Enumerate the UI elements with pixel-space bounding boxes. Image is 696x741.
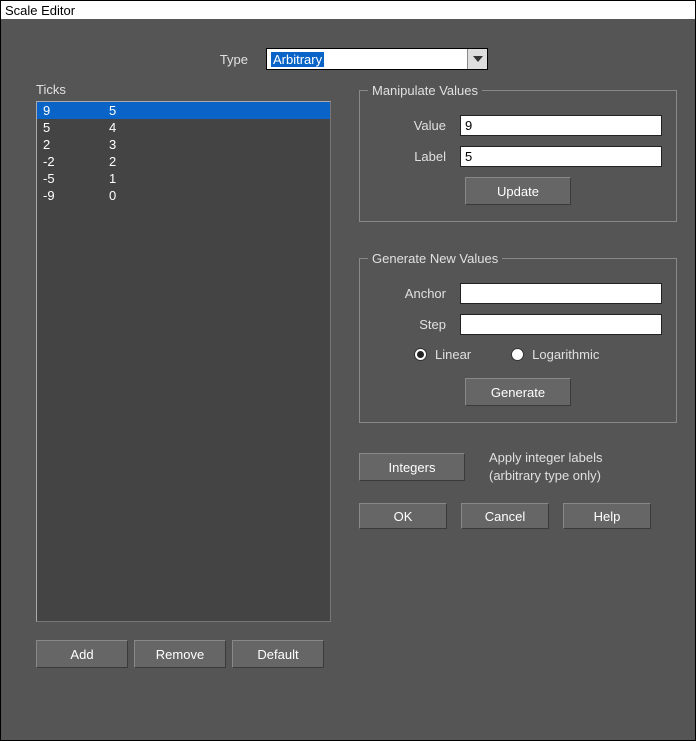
tick-label: 2 [109,154,324,169]
linear-label: Linear [435,347,471,362]
label-label: Label [374,149,460,164]
ticks-label: Ticks [36,82,331,97]
label-input[interactable] [460,146,662,167]
step-input[interactable] [460,314,662,335]
update-button[interactable]: Update [465,177,571,205]
list-item[interactable]: -22 [37,153,330,170]
list-item[interactable]: -90 [37,187,330,204]
tick-value: 2 [43,137,109,152]
tick-value: 5 [43,120,109,135]
type-row: Type Arbitrary [36,48,677,70]
tick-label: 0 [109,188,324,203]
logarithmic-label: Logarithmic [532,347,599,362]
default-button[interactable]: Default [232,640,324,668]
window-title: Scale Editor [5,3,75,18]
chevron-down-icon [467,49,487,69]
generate-title: Generate New Values [368,251,502,266]
tick-value: 9 [43,103,109,118]
integers-button[interactable]: Integers [359,453,465,481]
list-item[interactable]: 23 [37,136,330,153]
value-input[interactable] [460,115,662,136]
ticks-listbox[interactable]: 955423-22-51-90 [36,101,331,622]
generate-values-group: Generate New Values Anchor Step Linear [359,258,677,423]
type-label: Type [36,52,266,67]
tick-value: -5 [43,171,109,186]
integers-description: Apply integer labels (arbitrary type onl… [489,449,602,485]
radio-unselected-icon [511,348,524,361]
title-bar: Scale Editor [1,1,695,20]
anchor-label: Anchor [374,286,460,301]
cancel-button[interactable]: Cancel [461,503,549,529]
radio-selected-icon [414,348,427,361]
ok-button[interactable]: OK [359,503,447,529]
list-item[interactable]: 95 [37,102,330,119]
integers-line1: Apply integer labels [489,449,602,467]
list-item[interactable]: 54 [37,119,330,136]
tick-label: 1 [109,171,324,186]
content-area: Type Arbitrary Ticks 955423-22-51-90 Add… [1,20,695,678]
integers-row: Integers Apply integer labels (arbitrary… [359,449,677,485]
list-item[interactable]: -51 [37,170,330,187]
linear-radio[interactable]: Linear [414,347,471,362]
type-select[interactable]: Arbitrary [266,48,488,70]
tick-value: -9 [43,188,109,203]
type-value: Arbitrary [271,52,324,67]
help-button[interactable]: Help [563,503,651,529]
anchor-input[interactable] [460,283,662,304]
logarithmic-radio[interactable]: Logarithmic [511,347,599,362]
remove-button[interactable]: Remove [134,640,226,668]
value-label: Value [374,118,460,133]
manipulate-title: Manipulate Values [368,83,482,98]
manipulate-values-group: Manipulate Values Value Label Update [359,90,677,222]
tick-label: 4 [109,120,324,135]
footer-buttons: OK Cancel Help [359,503,677,529]
step-label: Step [374,317,460,332]
add-button[interactable]: Add [36,640,128,668]
tick-label: 5 [109,103,324,118]
tick-label: 3 [109,137,324,152]
generate-button[interactable]: Generate [465,378,571,406]
tick-value: -2 [43,154,109,169]
integers-line2: (arbitrary type only) [489,467,602,485]
